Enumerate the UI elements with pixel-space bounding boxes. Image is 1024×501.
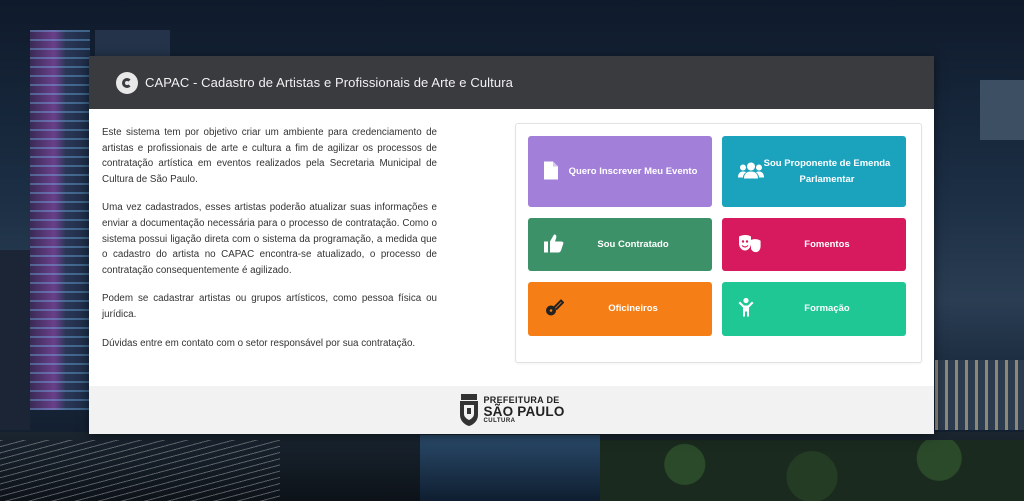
logo-text-main: SÃO PAULO bbox=[483, 403, 565, 419]
background-river bbox=[420, 435, 600, 501]
logo-text-bottom: CULTURA bbox=[483, 418, 516, 425]
page-title: CAPAC - Cadastro de Artistas e Profissio… bbox=[145, 75, 513, 90]
background-road bbox=[0, 440, 280, 501]
menu-panel: Quero Inscrever Meu Evento Sou Proponent… bbox=[515, 123, 922, 363]
background-trees bbox=[600, 440, 1024, 501]
thumbs-up-icon bbox=[544, 233, 564, 256]
fomentos-button[interactable]: Fomentos bbox=[722, 218, 906, 271]
footer: PREFEITURA DE SÃO PAULO CULTURA bbox=[89, 386, 934, 434]
prefeitura-logo: PREFEITURA DE SÃO PAULO CULTURA bbox=[458, 394, 564, 426]
background-building bbox=[935, 360, 1024, 430]
contracted-button[interactable]: Sou Contratado bbox=[528, 218, 712, 271]
intro-paragraph: Podem se cadastrar artistas ou grupos ar… bbox=[102, 293, 437, 320]
city-crest-icon bbox=[460, 394, 479, 426]
intro-paragraph: Uma vez cadastrados, esses artistas pode… bbox=[102, 202, 437, 276]
formacao-button[interactable]: Formação bbox=[722, 282, 906, 336]
capac-logo-icon bbox=[116, 71, 138, 94]
intro-paragraph: Este sistema tem por objetivo criar um a… bbox=[102, 127, 437, 185]
child-icon bbox=[738, 297, 754, 321]
users-icon bbox=[738, 161, 764, 182]
background-building bbox=[0, 250, 30, 430]
document-icon bbox=[544, 161, 558, 182]
card-content: Este sistema tem por objetivo criar um a… bbox=[89, 109, 934, 386]
guitar-icon bbox=[544, 298, 565, 321]
card-header: CAPAC - Cadastro de Artistas e Profissio… bbox=[89, 56, 934, 109]
register-event-button[interactable]: Quero Inscrever Meu Evento bbox=[528, 136, 712, 207]
oficineiros-button[interactable]: Oficineiros bbox=[528, 282, 712, 336]
background-tower bbox=[30, 30, 90, 410]
theater-masks-icon bbox=[738, 234, 762, 255]
parliamentary-amendment-button[interactable]: Sou Proponente de Emenda Parlamentar bbox=[722, 136, 906, 207]
intro-text: Este sistema tem por objetivo criar um a… bbox=[102, 125, 437, 364]
background-building bbox=[980, 80, 1024, 140]
main-card: CAPAC - Cadastro de Artistas e Profissio… bbox=[89, 56, 934, 434]
intro-paragraph: Dúvidas entre em contato com o setor res… bbox=[102, 337, 416, 349]
